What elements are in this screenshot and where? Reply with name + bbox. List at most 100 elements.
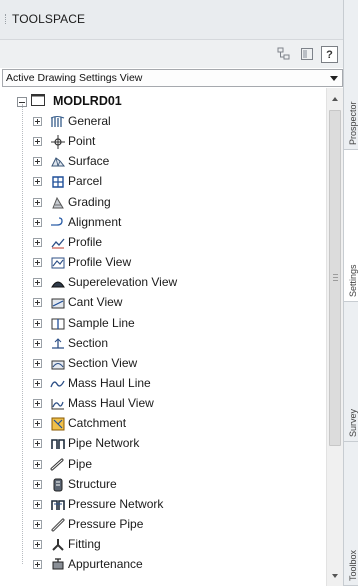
expand-toggle-icon[interactable] — [33, 278, 42, 287]
surface-icon — [51, 157, 66, 167]
parcel-icon — [52, 176, 64, 188]
point-icon — [51, 135, 65, 149]
expand-toggle-icon[interactable] — [33, 137, 42, 146]
tree-item-label: Surface — [68, 154, 110, 168]
expand-toggle-icon[interactable] — [33, 359, 42, 368]
panel-view-icon — [301, 48, 313, 60]
expand-toggle-icon[interactable] — [33, 500, 42, 509]
expand-toggle-icon[interactable] — [33, 177, 42, 186]
expand-toggle-icon[interactable] — [33, 319, 42, 328]
settings-tree[interactable]: MODLRD01 General Point Surface Parcel Gradin… — [0, 88, 343, 586]
tree-item-label: Parcel — [68, 174, 103, 188]
tab-settings[interactable]: Settings — [344, 150, 358, 302]
tree-item-catchment[interactable]: Catchment — [0, 413, 326, 434]
pipe-icon — [50, 458, 64, 471]
tree-item-label: Section — [68, 336, 109, 350]
tree-item-label: Structure — [68, 477, 117, 491]
drawing-icon — [31, 94, 45, 106]
expand-toggle-icon[interactable] — [33, 117, 42, 126]
tree-item-structure[interactable]: Structure — [0, 474, 326, 495]
tree-item-profile[interactable]: Profile — [0, 232, 326, 253]
expand-toggle-icon[interactable] — [33, 157, 42, 166]
expand-toggle-icon[interactable] — [33, 439, 42, 448]
tab-survey[interactable]: Survey — [344, 302, 358, 442]
list-view-button[interactable] — [298, 45, 316, 63]
tree-item-label: Profile View — [68, 255, 132, 269]
tree-connector-line — [22, 104, 23, 564]
scroll-down-arrow-icon[interactable] — [332, 574, 338, 578]
tree-item-section[interactable]: Section — [0, 333, 326, 354]
expand-toggle-icon[interactable] — [33, 339, 42, 348]
tree-item-label: Pressure Pipe — [68, 517, 144, 531]
expand-toggle-icon[interactable] — [33, 399, 42, 408]
tree-item-sample-line[interactable]: Sample Line — [0, 313, 326, 334]
tree-item-label: Mass Haul Line — [68, 376, 151, 390]
grading-icon — [52, 196, 64, 209]
expand-toggle-icon[interactable] — [33, 218, 42, 227]
tree-item-label: Cant View — [68, 295, 123, 309]
tree-item-superelevation-view[interactable]: Superelevation View — [0, 272, 326, 293]
tree-item-general[interactable]: General — [0, 111, 326, 132]
expand-toggle-icon[interactable] — [33, 298, 42, 307]
scroll-up-arrow-icon[interactable] — [332, 97, 338, 101]
mass-haul-line-icon — [50, 380, 65, 388]
tree-view-icon — [277, 47, 290, 60]
pipe-network-icon — [51, 439, 65, 449]
tree-item-label: General — [68, 114, 111, 128]
tree-item-profile-view[interactable]: Profile View — [0, 252, 326, 273]
tree-root-row[interactable]: MODLRD01 — [0, 89, 326, 110]
scrollbar-thumb[interactable] — [329, 110, 341, 446]
drag-grip[interactable] — [5, 14, 7, 24]
tree-item-surface[interactable]: Surface — [0, 151, 326, 172]
expand-toggle-icon[interactable] — [33, 419, 42, 428]
tree-item-pressure-network[interactable]: Pressure Network — [0, 494, 326, 515]
expand-toggle-icon[interactable] — [33, 540, 42, 549]
tab-toolbox[interactable]: Toolbox — [344, 442, 358, 586]
tab-prospector[interactable]: Prospector — [344, 0, 358, 150]
expand-toggle-icon[interactable] — [33, 238, 42, 247]
tree-item-label: Catchment — [68, 416, 127, 430]
tree-item-label: Sample Line — [68, 316, 135, 330]
grip-line — [333, 280, 338, 281]
section-icon — [52, 338, 64, 349]
profile-icon — [51, 238, 65, 249]
appurtenance-icon — [52, 558, 64, 570]
structure-icon — [53, 478, 63, 492]
pressure-pipe-icon — [51, 518, 65, 532]
tree-item-cant-view[interactable]: Cant View — [0, 292, 326, 313]
view-selector-dropdown[interactable]: Active Drawing Settings View — [2, 69, 343, 87]
expand-toggle-icon[interactable] — [33, 379, 42, 388]
help-button[interactable]: ? — [321, 46, 338, 63]
drawing-name: MODLRD01 — [53, 94, 122, 108]
tree-item-point[interactable]: Point — [0, 131, 326, 152]
tree-item-pipe-network[interactable]: Pipe Network — [0, 433, 326, 454]
sample-line-icon — [51, 318, 65, 330]
expand-toggle-icon[interactable] — [33, 520, 42, 529]
tree-item-appurtenance[interactable]: Appurtenance — [0, 554, 326, 575]
expand-toggle-icon[interactable] — [33, 198, 42, 207]
tree-item-mass-haul-line[interactable]: Mass Haul Line — [0, 373, 326, 394]
tab-survey-label: Survey — [348, 408, 358, 437]
expand-toggle-icon[interactable] — [33, 258, 42, 267]
tree-item-pipe[interactable]: Pipe — [0, 454, 326, 475]
tree-item-fitting[interactable]: Fitting — [0, 534, 326, 555]
fitting-icon — [52, 539, 64, 551]
tree-item-section-view[interactable]: Section View — [0, 353, 326, 374]
tree-item-alignment[interactable]: Alignment — [0, 212, 326, 233]
tree-scrollbar[interactable] — [326, 88, 343, 586]
tree-item-mass-haul-view[interactable]: Mass Haul View — [0, 393, 326, 414]
tree-item-grading[interactable]: Grading — [0, 192, 326, 213]
tree-item-parcel[interactable]: Parcel — [0, 171, 326, 192]
expand-toggle-icon[interactable] — [33, 480, 42, 489]
expand-toggle-icon[interactable] — [33, 560, 42, 569]
toolspace-titlebar[interactable]: TOOLSPACE — [0, 0, 343, 40]
toolspace-tabs: Prospector Settings Survey Toolbox — [343, 0, 358, 586]
alignment-icon — [51, 217, 63, 226]
tree-item-label: Profile — [68, 235, 103, 249]
tree-item-pressure-pipe[interactable]: Pressure Pipe — [0, 514, 326, 535]
tree-item-label: Section View — [68, 356, 138, 370]
pressure-network-icon — [51, 500, 65, 510]
superelevation-view-icon — [51, 281, 65, 288]
item-view-toggle-button[interactable] — [275, 45, 293, 63]
expand-toggle-icon[interactable] — [33, 460, 42, 469]
